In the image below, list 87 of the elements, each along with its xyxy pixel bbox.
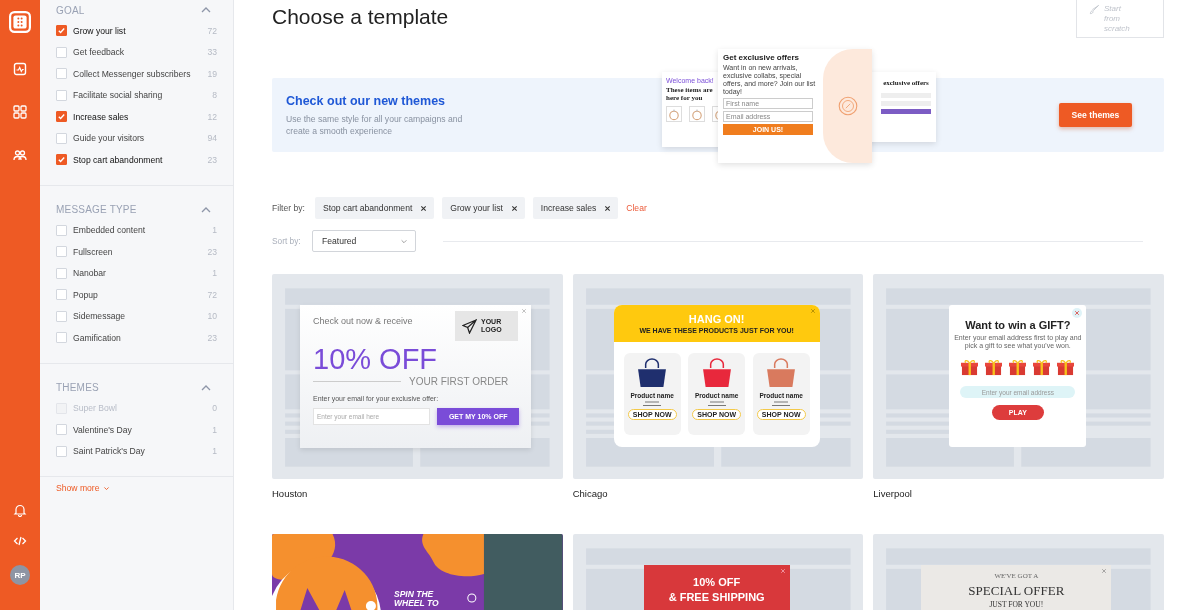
remove-icon[interactable] <box>510 204 518 212</box>
banner-title: Check out our new themes <box>286 93 447 108</box>
users-icon[interactable] <box>13 148 27 162</box>
filter-label[interactable]: Popup <box>73 289 203 300</box>
templates-grid-icon[interactable] <box>13 105 27 119</box>
filter-label[interactable]: Stop cart abandonment <box>73 154 203 165</box>
filter-label[interactable]: Get feedback <box>73 47 203 58</box>
popup-subline: YOUR FIRST ORDER <box>409 376 509 387</box>
template-name: Chicago <box>572 488 609 500</box>
count: 1 <box>211 424 217 435</box>
ring-icon <box>666 106 682 122</box>
clear-filters-link[interactable]: Clear <box>626 203 647 213</box>
count: 23 <box>206 332 217 343</box>
ring-icon <box>689 106 705 122</box>
filter-label[interactable]: Increase sales <box>73 111 203 122</box>
filter-label[interactable]: Sidemessage <box>73 311 203 322</box>
gift-icon <box>960 359 980 376</box>
popup-intro: Check out now & receive <box>313 316 413 326</box>
filter-chip[interactable]: Grow your list <box>442 197 525 219</box>
popup-heading: Want to win a GIFT? <box>965 319 1071 331</box>
filter-label[interactable]: Valentine's Day <box>73 424 203 435</box>
discount-headline: 10% OFF <box>313 343 439 375</box>
collapse-chevron-icon[interactable] <box>201 206 211 213</box>
gift-icon <box>1056 359 1076 376</box>
gift-icon <box>1032 359 1052 376</box>
banner-description: Use the same style for all your campaigns and create a smooth experience <box>286 112 464 137</box>
remove-icon[interactable] <box>604 204 612 212</box>
filter-label[interactable]: Facilitate social sharing <box>73 90 203 101</box>
page-title: Choose a template <box>272 4 449 30</box>
sort-dropdown[interactable]: Featured <box>312 230 416 252</box>
filter-chip[interactable]: Increase sales <box>532 197 619 219</box>
chevron-down-icon <box>400 238 408 244</box>
count: 1 <box>211 446 217 457</box>
analytics-icon[interactable] <box>13 62 27 76</box>
close-icon <box>521 308 527 314</box>
close-icon <box>1101 568 1108 574</box>
app-logo-icon[interactable] <box>9 11 31 33</box>
count: 1 <box>211 225 217 236</box>
remove-icon[interactable] <box>420 204 428 212</box>
filter-label[interactable]: Guide your visitors <box>73 133 203 144</box>
count: 1 <box>211 268 217 279</box>
close-icon <box>809 308 816 314</box>
code-icon[interactable] <box>13 534 27 548</box>
close-icon <box>779 568 786 574</box>
count: 19 <box>206 68 217 79</box>
discount-badge-icon <box>836 95 859 117</box>
count: 72 <box>206 289 217 300</box>
section-title: THEMES <box>56 382 99 393</box>
section-title: MESSAGE TYPE <box>56 204 137 215</box>
filter-label[interactable]: Gamification <box>73 332 203 343</box>
filter-label[interactable]: Saint Patrick's Day <box>73 446 203 457</box>
popup-heading: SPIN THE WHEEL TO <box>394 590 440 608</box>
collapse-chevron-icon[interactable] <box>201 7 211 13</box>
popup-subheading: & FREE SHIPPING <box>668 590 765 605</box>
count: 10 <box>206 311 217 322</box>
notification-bell-icon[interactable] <box>13 503 27 517</box>
template-name: Houston <box>272 488 309 500</box>
count: 12 <box>206 111 217 122</box>
sort-label: Sort by: <box>272 236 302 246</box>
checkbox[interactable] <box>56 111 67 123</box>
filter-label[interactable]: Grow your list <box>73 25 203 36</box>
preview-heading: Get exclusive offers <box>723 53 801 62</box>
close-icon <box>1072 308 1083 318</box>
filter-label[interactable]: Collect Messenger subscribers <box>73 68 203 79</box>
chevron-down-icon[interactable] <box>103 485 111 491</box>
popup-heading: 10% OFF <box>693 575 741 590</box>
popup-heading: SPECIAL OFFER <box>968 583 1065 599</box>
gift-icon <box>984 359 1004 376</box>
popup-heading: HANG ON! <box>688 313 745 325</box>
filter-label: Filter by: <box>272 203 305 213</box>
checkbox[interactable] <box>56 154 67 166</box>
brush-icon <box>1089 4 1100 15</box>
count: 72 <box>206 25 217 36</box>
section-title: GOAL <box>56 4 85 16</box>
filter-label[interactable]: Embedded content <box>73 225 203 236</box>
filter-label[interactable]: Fullscreen <box>73 246 203 257</box>
template-name: Liverpool <box>873 488 913 500</box>
count: 94 <box>206 133 217 144</box>
checkbox[interactable] <box>56 25 67 37</box>
collapse-chevron-icon[interactable] <box>201 384 211 391</box>
gift-icon <box>1008 359 1028 376</box>
filter-chip[interactable]: Stop cart abandonment <box>314 197 435 219</box>
filter-label[interactable]: Nanobar <box>73 268 203 279</box>
template-preview[interactable]: SPIN THE WHEEL TO <box>272 534 563 610</box>
template-preview[interactable]: 10% OFF & FREE SHIPPING <box>572 534 864 610</box>
count: 23 <box>206 154 217 165</box>
count: 23 <box>206 246 217 257</box>
